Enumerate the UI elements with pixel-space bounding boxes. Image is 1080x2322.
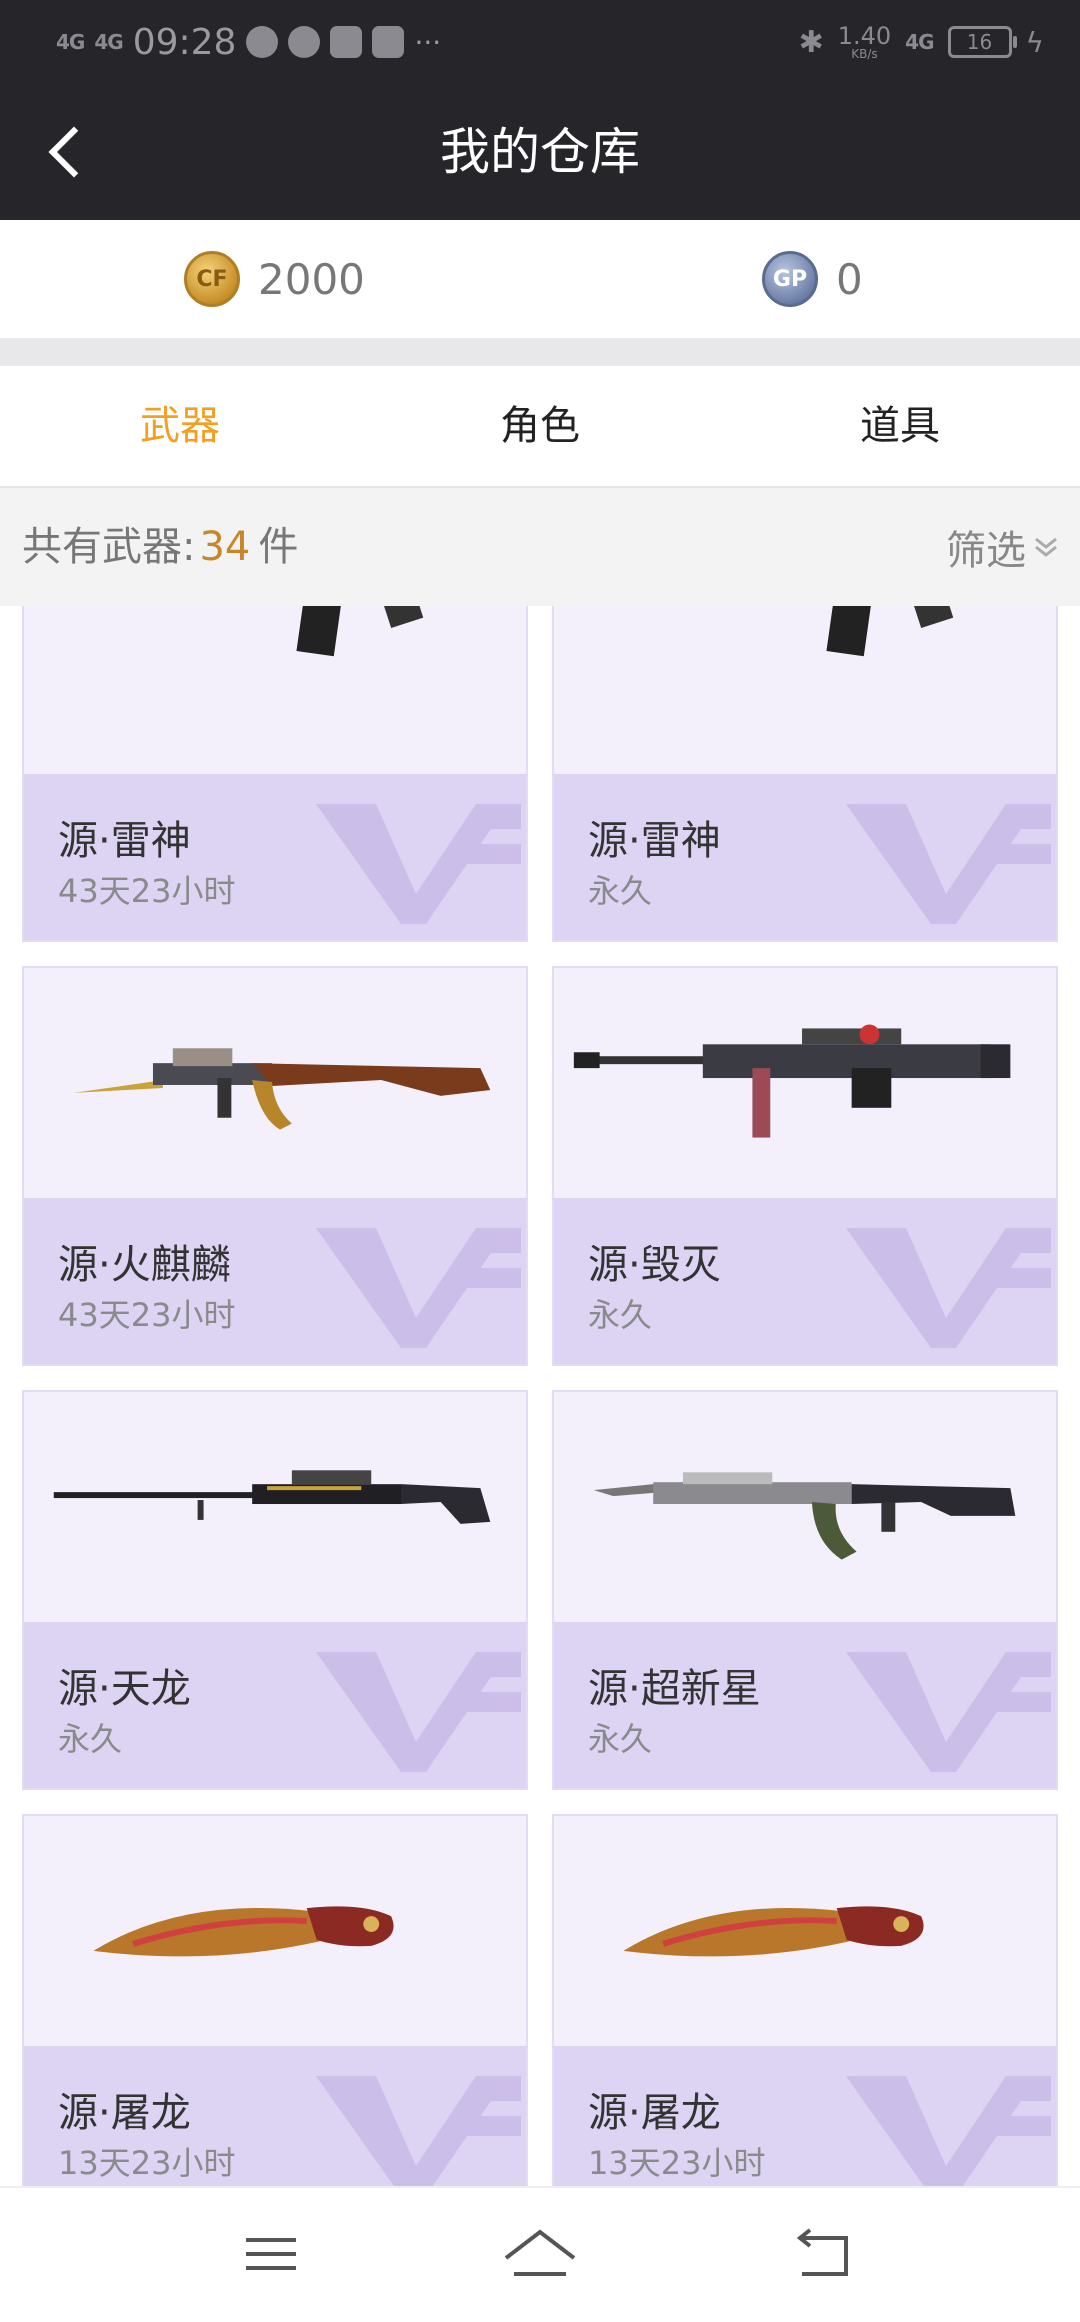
weapon-name: 源·毁灭 — [588, 1242, 721, 1288]
weapon-grid: 源·雷神 43天23小时 源·雷神 永久 源·火麒麟 43天23小时 源·毁灭 永久 源·天龙永… — [0, 606, 1080, 2186]
weapon-name: 源·屠龙 — [588, 2090, 721, 2136]
weapon-info: 源·雷神永久 — [554, 774, 1056, 940]
cf-watermark-icon — [846, 1652, 1051, 1772]
weapon-card[interactable]: 源·屠龙 13天23小时 — [22, 1814, 528, 2186]
weapon-info: 源·天龙永久 — [24, 1622, 526, 1788]
cf-watermark-icon — [846, 1228, 1051, 1348]
tab-characters[interactable]: 角色 — [360, 366, 720, 486]
weapon-name: 源·火麒麟 — [58, 1242, 231, 1288]
cf-watermark-icon — [316, 1228, 521, 1348]
weapon-count-label: 共有武器: — [22, 524, 196, 570]
status-bar: 4G 4G 09:28 ··· ✱ 1.40 KB/s 4G 16 ϟ — [0, 0, 1080, 84]
network-type: 4G — [905, 30, 934, 54]
menu-icon — [246, 2238, 296, 2270]
section-divider — [0, 338, 1080, 366]
back-nav-button[interactable] — [762, 2188, 882, 2318]
weapon-info: 源·雷神 43天23小时 — [24, 774, 526, 940]
weapon-info: 源·屠龙 13天23小时 — [554, 2046, 1056, 2186]
weapon-name: 源·雷神 — [58, 818, 191, 864]
weapon-card[interactable]: 源·雷神永久 — [552, 606, 1058, 942]
weapon-image — [53, 1470, 491, 1524]
weapon-duration: 永久 — [588, 1720, 653, 1758]
chat-icon — [288, 26, 321, 58]
weapon-name: 源·雷神 — [588, 818, 721, 864]
weapon-info: 源·屠龙 13天23小时 — [24, 2046, 526, 2186]
page-title: 我的仓库 — [440, 123, 640, 181]
weapon-image — [93, 1906, 394, 1957]
weapon-count: 共有武器: 34 件 — [22, 488, 298, 606]
weapon-duration: 43天23小时 — [58, 872, 236, 910]
menu-button[interactable] — [210, 2188, 330, 2318]
net-speed: 1.40 KB/s — [837, 22, 892, 61]
weapon-duration: 43天23小时 — [58, 1296, 236, 1334]
signal-icon-2: 4G — [94, 30, 123, 54]
category-tabs: 武器 角色 道具 — [0, 366, 1080, 488]
weapon-image — [826, 606, 954, 657]
clock: 09:28 — [132, 21, 237, 63]
weapon-card[interactable]: 源·毁灭永久 — [552, 966, 1058, 1366]
system-nav-bar — [0, 2186, 1080, 2318]
weapon-duration: 永久 — [588, 872, 653, 910]
weapon-image — [296, 606, 424, 657]
weapon-image — [623, 1906, 924, 1957]
weapon-name: 源·屠龙 — [58, 2090, 191, 2136]
weapon-duration: 永久 — [58, 1720, 123, 1758]
tab-weapons[interactable]: 武器 — [0, 366, 360, 486]
notification-icon — [246, 26, 279, 58]
weapon-card[interactable]: 源·屠龙 13天23小时 — [552, 1814, 1058, 2186]
signal-icon: 4G — [56, 30, 85, 54]
cf-points-value: 2000 — [258, 254, 365, 304]
back-nav-icon — [796, 2228, 848, 2276]
weapon-image — [593, 1472, 1016, 1560]
filter-label: 筛选 — [946, 528, 1026, 574]
currency-bar: CF 2000 GP 0 — [0, 220, 1080, 338]
weapon-card[interactable]: 源·天龙永久 — [22, 1390, 528, 1790]
weapon-duration: 13天23小时 — [58, 2144, 236, 2182]
cf-coin-icon: CF — [184, 251, 240, 307]
app-icon — [372, 26, 405, 58]
weapon-duration: 13天23小时 — [588, 2144, 766, 2182]
cf-watermark-icon — [316, 804, 521, 924]
gp-coin-icon: GP — [762, 251, 818, 307]
battery-icon: 16 — [947, 26, 1017, 58]
title-bar: 我的仓库 — [0, 84, 1080, 220]
tab-items[interactable]: 道具 — [720, 366, 1080, 486]
weapon-name: 源·超新星 — [588, 1666, 761, 1712]
cf-points: CF 2000 — [184, 220, 365, 338]
cf-watermark-icon — [846, 804, 1051, 924]
cf-watermark-icon — [846, 2076, 1051, 2186]
weapon-name: 源·天龙 — [58, 1666, 191, 1712]
weapon-card[interactable]: 源·火麒麟 43天23小时 — [22, 966, 528, 1366]
app-k-icon — [330, 26, 363, 58]
home-icon — [504, 2229, 576, 2276]
weapon-card[interactable]: 源·雷神 43天23小时 — [22, 606, 528, 942]
home-button[interactable] — [480, 2188, 600, 2318]
charging-icon: ϟ — [1025, 25, 1044, 59]
gp-points: GP 0 — [762, 220, 863, 338]
weapon-card[interactable]: 源·超新星永久 — [552, 1390, 1058, 1790]
weapon-info: 源·火麒麟 43天23小时 — [24, 1198, 526, 1364]
weapon-duration: 永久 — [588, 1296, 653, 1334]
weapon-info: 源·毁灭永久 — [554, 1198, 1056, 1364]
gp-value: 0 — [836, 254, 863, 304]
weapon-image — [573, 1024, 1011, 1138]
summary-bar: 共有武器: 34 件 筛选 — [0, 488, 1080, 606]
cf-watermark-icon — [316, 2076, 521, 2186]
chevron-down-icon — [1035, 537, 1057, 557]
weapon-count-value: 34 — [199, 524, 251, 570]
weapon-info: 源·超新星永久 — [554, 1622, 1056, 1788]
weapon-image — [73, 1048, 491, 1130]
more-notifications: ··· — [414, 25, 442, 59]
filter-button[interactable]: 筛选 — [946, 488, 1060, 606]
weapon-count-unit: 件 — [258, 524, 299, 570]
cf-watermark-icon — [316, 1652, 521, 1772]
bluetooth-icon: ✱ — [798, 24, 824, 60]
